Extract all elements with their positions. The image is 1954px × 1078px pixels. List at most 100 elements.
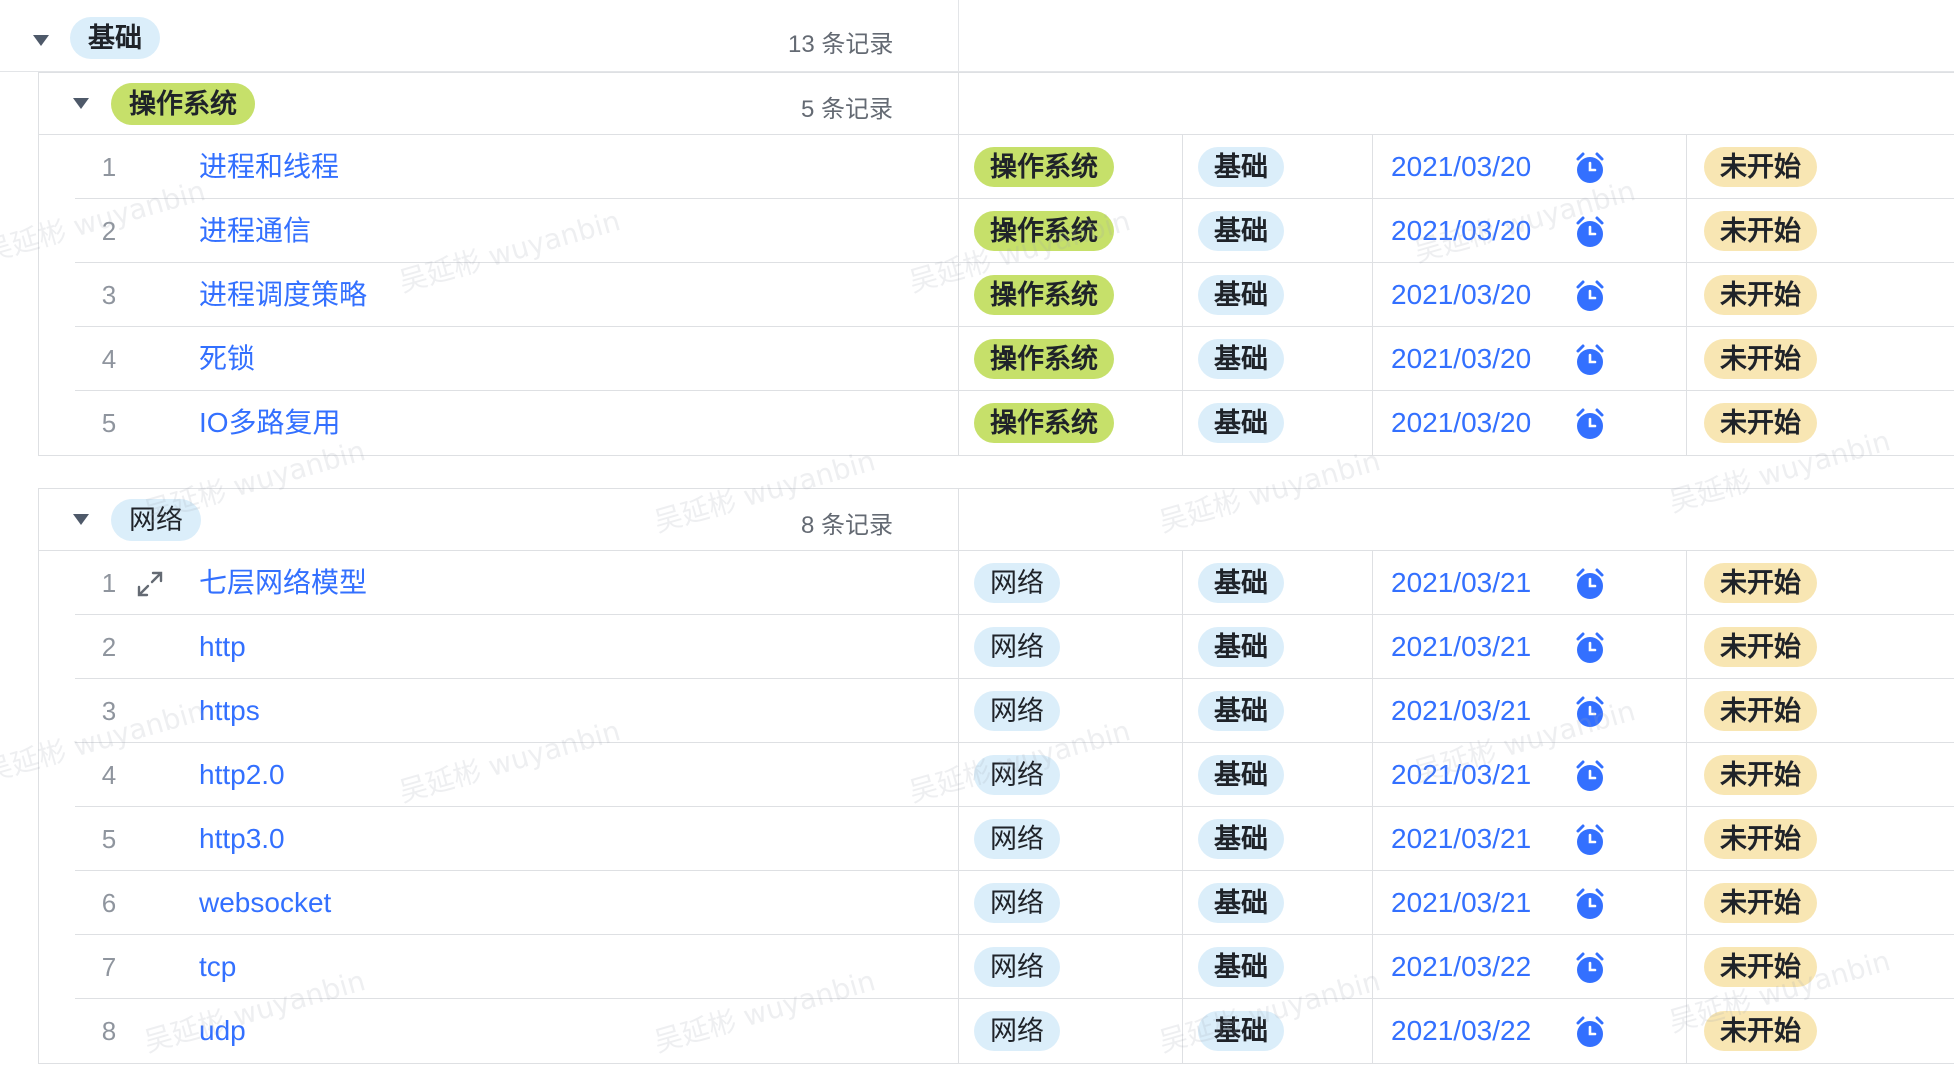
status-tag: 未开始 (1704, 627, 1817, 667)
column-divider (1372, 807, 1373, 871)
level-tag: 基础 (1198, 947, 1284, 987)
caret-down-icon[interactable] (73, 98, 89, 109)
group-header[interactable]: 操作系统 5 条记录 (39, 73, 1954, 135)
due-date[interactable]: 2021/03/20 (1391, 199, 1531, 263)
record-title[interactable]: http (199, 615, 246, 679)
alarm-clock-icon[interactable] (1573, 887, 1607, 921)
table-row[interactable]: 1 进程和线程 操作系统 基础 2021/03/20 未开始 (39, 135, 1954, 199)
due-date[interactable]: 2021/03/21 (1391, 615, 1531, 679)
row-index: 3 (101, 280, 117, 310)
column-divider (958, 807, 959, 871)
alarm-clock-icon[interactable] (1573, 279, 1607, 313)
category-tag: 网络 (974, 883, 1060, 923)
status-tag: 未开始 (1704, 883, 1817, 923)
column-divider (1372, 679, 1373, 743)
record-title[interactable]: websocket (199, 871, 331, 935)
status-tag: 未开始 (1704, 339, 1817, 379)
due-date[interactable]: 2021/03/20 (1391, 327, 1531, 391)
alarm-clock-icon[interactable] (1573, 567, 1607, 601)
due-date[interactable]: 2021/03/20 (1391, 263, 1531, 327)
table-row[interactable]: 6 websocket 网络 基础 2021/03/21 未开始 (39, 871, 1954, 935)
alarm-clock-icon[interactable] (1573, 407, 1607, 441)
alarm-clock-icon[interactable] (1573, 151, 1607, 185)
due-date[interactable]: 2021/03/20 (1391, 391, 1531, 455)
record-count: 8 条记录 (801, 512, 894, 539)
record-title[interactable]: tcp (199, 935, 236, 999)
expand-arrows-icon[interactable] (135, 569, 165, 599)
table-row[interactable]: 5 http3.0 网络 基础 2021/03/21 未开始 (39, 807, 1954, 871)
status-tag: 未开始 (1704, 819, 1817, 859)
record-title[interactable]: https (199, 679, 260, 743)
status-tag: 未开始 (1704, 947, 1817, 987)
alarm-clock-icon[interactable] (1573, 823, 1607, 857)
table-row[interactable]: 1 七层网络模型 网络 基础 2021/03/21 未开始 (39, 551, 1954, 615)
grouped-table-view: 基础 13 条记录 操作系统 5 条记录 1 进程和线程 操作系统 基础 2021/03/2… (0, 0, 1954, 1078)
column-divider (1686, 871, 1687, 935)
category-tag: 网络 (974, 947, 1060, 987)
row-index: 1 (101, 568, 117, 598)
column-divider (958, 327, 959, 391)
group-tag: 网络 (111, 499, 201, 541)
column-divider (1372, 327, 1373, 391)
category-tag: 操作系统 (974, 147, 1114, 187)
caret-down-icon[interactable] (73, 514, 89, 525)
table-row[interactable]: 8 udp 网络 基础 2021/03/22 未开始 (39, 999, 1954, 1063)
alarm-clock-icon[interactable] (1573, 759, 1607, 793)
due-date[interactable]: 2021/03/21 (1391, 551, 1531, 615)
level-tag: 基础 (1198, 819, 1284, 859)
column-divider (1182, 327, 1183, 391)
due-date[interactable]: 2021/03/20 (1391, 135, 1531, 199)
record-title[interactable]: http3.0 (199, 807, 285, 871)
alarm-clock-icon[interactable] (1573, 695, 1607, 729)
record-title[interactable]: IO多路复用 (199, 391, 341, 455)
level-tag: 基础 (1198, 883, 1284, 923)
caret-down-icon[interactable] (33, 35, 49, 46)
due-date[interactable]: 2021/03/22 (1391, 935, 1531, 999)
record-title[interactable]: 七层网络模型 (199, 551, 367, 615)
due-date[interactable]: 2021/03/21 (1391, 743, 1531, 807)
column-divider (958, 679, 959, 743)
record-title[interactable]: 进程通信 (199, 199, 311, 263)
record-title[interactable]: udp (199, 999, 246, 1063)
table-row[interactable]: 7 tcp 网络 基础 2021/03/22 未开始 (39, 935, 1954, 999)
group-header-basics[interactable]: 基础 13 条记录 (0, 0, 1954, 72)
status-tag: 未开始 (1704, 147, 1817, 187)
due-date[interactable]: 2021/03/21 (1391, 679, 1531, 743)
level-tag: 基础 (1198, 403, 1284, 443)
column-divider (958, 489, 959, 550)
column-divider (1372, 135, 1373, 199)
table-row[interactable]: 3 进程调度策略 操作系统 基础 2021/03/20 未开始 (39, 263, 1954, 327)
category-tag: 操作系统 (974, 275, 1114, 315)
alarm-clock-icon[interactable] (1573, 215, 1607, 249)
record-title[interactable]: 进程和线程 (199, 135, 339, 199)
alarm-clock-icon[interactable] (1573, 1015, 1607, 1049)
table-row[interactable]: 2 http 网络 基础 2021/03/21 未开始 (39, 615, 1954, 679)
record-title[interactable]: http2.0 (199, 743, 285, 807)
table-row[interactable]: 2 进程通信 操作系统 基础 2021/03/20 未开始 (39, 199, 1954, 263)
record-title[interactable]: 死锁 (199, 327, 255, 391)
column-divider (1686, 391, 1687, 455)
level-tag: 基础 (1198, 339, 1284, 379)
category-tag: 操作系统 (974, 211, 1114, 251)
alarm-clock-icon[interactable] (1573, 631, 1607, 665)
due-date[interactable]: 2021/03/22 (1391, 999, 1531, 1063)
column-divider (958, 871, 959, 935)
table-row[interactable]: 4 死锁 操作系统 基础 2021/03/20 未开始 (39, 327, 1954, 391)
due-date[interactable]: 2021/03/21 (1391, 871, 1531, 935)
status-tag: 未开始 (1704, 403, 1817, 443)
alarm-clock-icon[interactable] (1573, 343, 1607, 377)
column-divider (958, 935, 959, 999)
column-divider (1686, 263, 1687, 327)
column-divider (958, 263, 959, 327)
row-index: 5 (101, 408, 117, 438)
table-row[interactable]: 5 IO多路复用 操作系统 基础 2021/03/20 未开始 (39, 391, 1954, 455)
table-row[interactable]: 4 http2.0 网络 基础 2021/03/21 未开始 (39, 743, 1954, 807)
table-row[interactable]: 3 https 网络 基础 2021/03/21 未开始 (39, 679, 1954, 743)
alarm-clock-icon[interactable] (1573, 951, 1607, 985)
status-tag: 未开始 (1704, 691, 1817, 731)
row-index: 3 (101, 696, 117, 726)
due-date[interactable]: 2021/03/21 (1391, 807, 1531, 871)
record-title[interactable]: 进程调度策略 (199, 263, 367, 327)
group-header[interactable]: 网络 8 条记录 (39, 489, 1954, 551)
column-divider (1686, 199, 1687, 263)
